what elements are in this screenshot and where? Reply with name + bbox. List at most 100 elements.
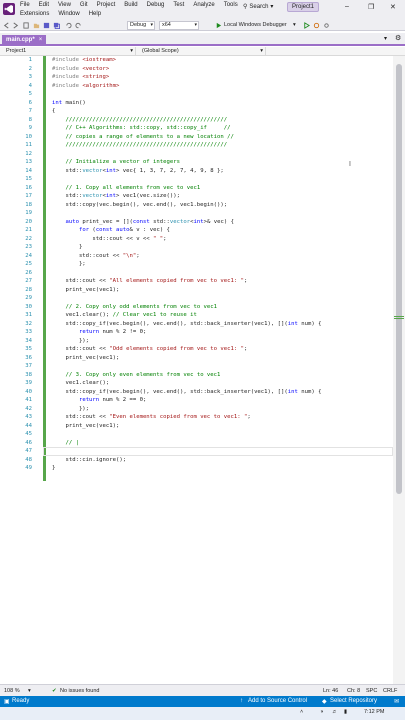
visual-studio-logo-icon[interactable]	[3, 3, 15, 15]
code-line[interactable]: // 2. Copy only odd elements from vec to…	[52, 303, 321, 312]
settings-gear-icon[interactable]: ⚙	[395, 34, 401, 42]
code-line[interactable]: std::copy_if(vec.begin(), vec.end(), std…	[52, 320, 321, 329]
code-line[interactable]: print_vec(vec1);	[52, 286, 321, 295]
chevron-down-icon[interactable]: ▾	[28, 688, 31, 694]
code-line[interactable]: });	[52, 405, 321, 414]
code-line[interactable]: #include <algorithm>	[52, 82, 321, 91]
menu-item-tools[interactable]: Tools	[224, 2, 238, 8]
project-scope-select[interactable]: Project1 ▾	[0, 47, 136, 56]
global-scope-select[interactable]: (Global Scope) ▾	[136, 47, 266, 56]
code-line[interactable]	[52, 150, 321, 159]
menu-item-git[interactable]: Git	[80, 2, 88, 8]
save-all-icon[interactable]	[53, 22, 60, 29]
chevron-down-icon[interactable]: ▾	[293, 22, 296, 28]
tab-main-cpp[interactable]: main.cpp* ×	[2, 35, 47, 45]
new-item-icon[interactable]	[23, 22, 30, 29]
code-line[interactable]: std::vector<int> vec{ 1, 3, 7, 2, 7, 4, …	[52, 167, 321, 176]
redo-icon[interactable]	[75, 22, 82, 29]
code-line[interactable]: // copies a range of elements to a new l…	[52, 133, 321, 142]
code-editor[interactable]: 1 2 3 4 5 6 7 8 9 10 11 12 13 14 15 16 17 18 19 20 21 22 23 24 2…	[0, 56, 405, 684]
code-line[interactable]	[52, 430, 321, 439]
configuration-select[interactable]: Debug ▾	[127, 21, 155, 30]
code-line[interactable]	[52, 90, 321, 99]
minimize-icon[interactable]: –	[345, 3, 349, 10]
code-line[interactable]: int main()	[52, 99, 321, 108]
code-line[interactable]	[52, 209, 321, 218]
code-line[interactable]	[52, 269, 321, 278]
menu-item-analyze[interactable]: Analyze	[193, 2, 214, 8]
undo-icon[interactable]	[65, 22, 72, 29]
code-line[interactable]	[52, 294, 321, 303]
select-repository-button[interactable]: Select Repository	[330, 698, 377, 704]
code-line[interactable]: auto print_vec = [](const std::vector<in…	[52, 218, 321, 227]
menu-item-debug[interactable]: Debug	[147, 2, 165, 8]
zoom-level[interactable]: 108 %	[4, 688, 20, 694]
restore-icon[interactable]: ❐	[368, 3, 374, 11]
tab-list-chevron-icon[interactable]: ▾	[384, 35, 387, 42]
menu-item-extensions[interactable]: Extensions	[20, 11, 49, 17]
solution-name-badge[interactable]: Project1	[287, 2, 320, 12]
wifi-icon[interactable]: ◑	[320, 709, 323, 715]
save-icon[interactable]	[43, 22, 50, 29]
menu-item-project[interactable]: Project	[97, 2, 116, 8]
back-arrow-icon[interactable]	[3, 22, 10, 29]
menu-item-file[interactable]: File	[20, 2, 30, 8]
close-tab-icon[interactable]: ×	[39, 37, 43, 43]
code-line[interactable]: // Initialize a vector of integers	[52, 158, 321, 167]
issues-status[interactable]: No issues found	[60, 688, 99, 694]
code-line[interactable]: {	[52, 107, 321, 116]
code-line[interactable]: #include <iostream>	[52, 56, 321, 65]
code-line[interactable]: std::cout << "\n";	[52, 252, 321, 261]
code-line[interactable]	[52, 362, 321, 371]
code-text[interactable]: #include <iostream> #include <vector> #inc…	[52, 56, 321, 473]
code-line[interactable]: std::cout << "Odd elements copied from v…	[52, 345, 321, 354]
code-line[interactable]: // |	[52, 439, 321, 448]
close-window-icon[interactable]: ✕	[390, 3, 396, 11]
code-line[interactable]: std::cin.ignore();	[52, 456, 321, 465]
code-line[interactable]: // C++ Algorithms: std::copy, std::copy_…	[52, 124, 321, 133]
code-line[interactable]: for (const auto& v : vec) {	[52, 226, 321, 235]
code-line[interactable]: print_vec(vec1);	[52, 422, 321, 431]
hot-reload-icon[interactable]	[313, 22, 320, 29]
code-line[interactable]: // 1. Copy all elements from vec to vec1	[52, 184, 321, 193]
menu-item-help[interactable]: Help	[89, 11, 101, 17]
code-line[interactable]: #include <vector>	[52, 65, 321, 74]
chevron-up-icon[interactable]: ˄	[300, 709, 303, 715]
add-to-source-control-button[interactable]: Add to Source Control	[248, 698, 307, 704]
notification-bell-icon[interactable]: ✉	[394, 698, 399, 705]
menu-item-test[interactable]: Test	[173, 2, 184, 8]
code-line[interactable]: std::cout << "All elements copied from v…	[52, 277, 321, 286]
open-folder-icon[interactable]	[33, 22, 40, 29]
battery-icon[interactable]: ▮	[344, 709, 347, 715]
code-line[interactable]: }	[52, 464, 321, 473]
platform-select[interactable]: x64 ▾	[159, 21, 199, 30]
whitespace-indicator[interactable]: SPC	[366, 688, 377, 694]
code-line[interactable]: }	[52, 243, 321, 252]
code-line[interactable]: #include <string>	[52, 73, 321, 82]
menu-item-edit[interactable]: Edit	[39, 2, 49, 8]
code-line[interactable]	[52, 175, 321, 184]
line-ending-indicator[interactable]: CRLF	[383, 688, 397, 694]
code-line[interactable]: std::vector<int> vec1(vec.size());	[52, 192, 321, 201]
code-line[interactable]: return num % 2 != 0;	[52, 328, 321, 337]
code-line[interactable]: };	[52, 260, 321, 269]
code-line[interactable]: vec1.clear();	[52, 379, 321, 388]
code-line[interactable]: std::cout << v << " ";	[52, 235, 321, 244]
code-line[interactable]: std::cout << "Even elements copied from …	[52, 413, 321, 422]
settings-icon[interactable]	[323, 22, 330, 29]
code-line[interactable]: std::copy(vec.begin(), vec.end(), vec1.b…	[52, 201, 321, 210]
run-debugger-button[interactable]: Local Windows Debugger	[224, 22, 287, 28]
scrollbar-thumb[interactable]	[396, 64, 402, 494]
vertical-scrollbar[interactable]	[393, 56, 405, 684]
code-line[interactable]: return num % 2 == 0;	[52, 396, 321, 405]
code-line[interactable]: std::copy_if(vec.begin(), vec.end(), std…	[52, 388, 321, 397]
code-line[interactable]: });	[52, 337, 321, 346]
clock-time[interactable]: 7:12 PM	[364, 709, 384, 715]
search-box[interactable]: ⚲ Search ▾	[243, 2, 273, 11]
menu-item-window[interactable]: Window	[58, 11, 79, 17]
forward-arrow-icon[interactable]	[12, 22, 19, 29]
code-line[interactable]: ////////////////////////////////////////…	[52, 116, 321, 125]
code-line[interactable]: // 3. Copy only even elements from vec t…	[52, 371, 321, 380]
play-icon[interactable]	[215, 22, 222, 29]
code-line[interactable]: print_vec(vec1);	[52, 354, 321, 363]
